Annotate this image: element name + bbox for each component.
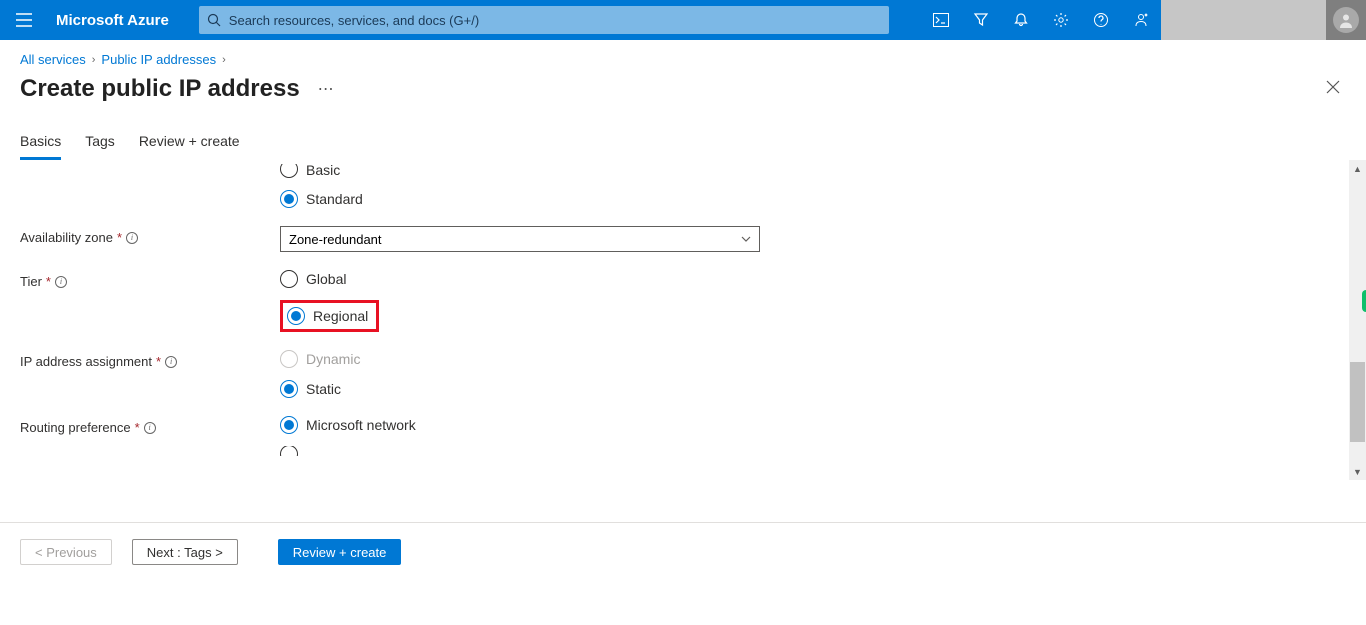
scroll-thumb[interactable] xyxy=(1350,362,1365,442)
settings-gear-icon[interactable] xyxy=(1041,0,1081,40)
info-icon[interactable]: i xyxy=(126,232,138,244)
tab-basics[interactable]: Basics xyxy=(20,133,61,160)
form-container: Basic Standard Availability zone * i Zon… xyxy=(0,160,1366,480)
label-tier: Tier * i xyxy=(20,270,280,289)
footer: < Previous Next : Tags > Review + create xyxy=(0,523,1366,581)
close-icon[interactable] xyxy=(1326,80,1340,99)
hamburger-menu-icon[interactable] xyxy=(0,13,48,27)
review-create-button[interactable]: Review + create xyxy=(278,539,402,565)
next-button[interactable]: Next : Tags > xyxy=(132,539,238,565)
help-icon[interactable] xyxy=(1081,0,1121,40)
dropdown-availability-zone[interactable]: Zone-redundant xyxy=(280,226,760,252)
scroll-down-arrow-icon[interactable]: ▼ xyxy=(1349,463,1366,480)
radio-routing-internet[interactable] xyxy=(280,446,760,456)
radio-routing-msnetwork-label: Microsoft network xyxy=(306,417,416,433)
dropdown-availability-zone-value: Zone-redundant xyxy=(289,232,382,247)
chevron-right-icon: › xyxy=(92,54,96,66)
tab-review[interactable]: Review + create xyxy=(139,133,240,160)
more-actions-icon[interactable]: ⋯ xyxy=(318,79,335,99)
radio-ip-static-label: Static xyxy=(306,381,341,397)
label-routing-preference: Routing preference * i xyxy=(20,416,280,435)
breadcrumb: All services › Public IP addresses › xyxy=(0,40,1366,69)
scroll-up-arrow-icon[interactable]: ▲ xyxy=(1349,160,1366,177)
radio-tier-regional-label: Regional xyxy=(313,308,368,324)
side-tab-nub[interactable] xyxy=(1362,290,1366,312)
radio-sku-basic-label: Basic xyxy=(306,164,340,178)
topbar-icons xyxy=(921,0,1161,40)
notifications-icon[interactable] xyxy=(1001,0,1041,40)
title-row: Create public IP address ⋯ xyxy=(0,69,1366,103)
search-input[interactable] xyxy=(221,6,881,34)
radio-ip-static[interactable]: Static xyxy=(280,380,760,398)
cloud-shell-icon[interactable] xyxy=(921,0,961,40)
tab-tags[interactable]: Tags xyxy=(85,133,115,160)
search-icon xyxy=(207,13,221,27)
breadcrumb-public-ip[interactable]: Public IP addresses xyxy=(101,52,216,67)
radio-tier-global[interactable]: Global xyxy=(280,270,760,288)
tabs: Basics Tags Review + create xyxy=(0,103,1366,160)
radio-sku-standard-label: Standard xyxy=(306,191,363,207)
brand-label[interactable]: Microsoft Azure xyxy=(48,12,187,29)
info-icon[interactable]: i xyxy=(144,422,156,434)
chevron-down-icon xyxy=(741,236,751,242)
page-title: Create public IP address xyxy=(20,75,300,103)
directory-filter-icon[interactable] xyxy=(961,0,1001,40)
breadcrumb-all-services[interactable]: All services xyxy=(20,52,86,67)
label-ip-assignment: IP address assignment * i xyxy=(20,350,280,369)
previous-button: < Previous xyxy=(20,539,112,565)
top-bar: Microsoft Azure xyxy=(0,0,1366,40)
chevron-right-icon: › xyxy=(222,54,226,66)
feedback-icon[interactable] xyxy=(1121,0,1161,40)
form-scroll-area: Basic Standard Availability zone * i Zon… xyxy=(20,160,1346,480)
radio-ip-dynamic: Dynamic xyxy=(280,350,760,368)
highlight-tier-regional: Regional xyxy=(280,300,379,332)
avatar-icon xyxy=(1333,7,1359,33)
radio-sku-basic[interactable]: Basic xyxy=(280,164,760,178)
info-icon[interactable]: i xyxy=(165,356,177,368)
radio-sku-standard[interactable]: Standard xyxy=(280,190,760,208)
vertical-scrollbar[interactable]: ▲ ▼ xyxy=(1349,160,1366,480)
radio-routing-msnetwork[interactable]: Microsoft network xyxy=(280,416,760,434)
avatar[interactable] xyxy=(1326,0,1366,40)
radio-tier-regional[interactable]: Regional xyxy=(287,307,368,325)
radio-tier-global-label: Global xyxy=(306,271,346,287)
radio-ip-dynamic-label: Dynamic xyxy=(306,351,360,367)
info-icon[interactable]: i xyxy=(55,276,67,288)
label-availability-zone: Availability zone * i xyxy=(20,226,280,245)
account-block[interactable] xyxy=(1161,0,1326,40)
scroll-track[interactable] xyxy=(1349,177,1366,463)
search-box[interactable] xyxy=(199,6,889,34)
